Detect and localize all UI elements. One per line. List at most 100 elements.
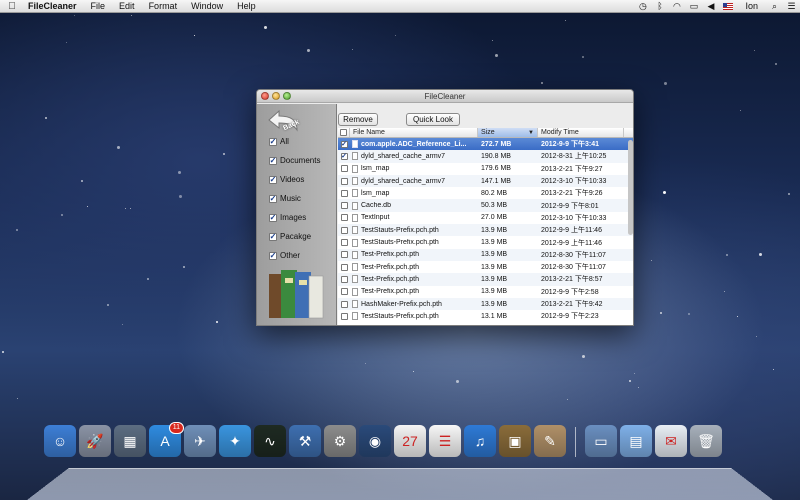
wifi-icon[interactable]: ◠ — [668, 1, 685, 12]
dock-xcode-icon[interactable]: ⚒ — [289, 425, 321, 457]
table-row[interactable]: Cache.db 50.3 MB 2012-9-9 下午8:01 — [338, 199, 633, 212]
menu-edit[interactable]: Edit — [112, 1, 142, 11]
table-row[interactable]: TextInput 27.0 MB 2012-3-10 下午10:33 — [338, 212, 633, 224]
table-row[interactable]: ✓ com.apple.ADC_Reference_Li... 272.7 MB 20… — [338, 138, 633, 151]
category-label: Images — [280, 213, 307, 222]
table-row[interactable]: dyld_shared_cache_armv7 147.1 MB 2012-3-10… — [338, 174, 633, 188]
category-music[interactable]: ✓ Music — [269, 194, 301, 203]
close-window-button[interactable] — [261, 92, 269, 100]
dock-calendar-icon[interactable]: 27 — [394, 425, 426, 457]
dock-glyph: ▭ — [594, 432, 608, 449]
dock-launchpad-icon[interactable]: 🚀 — [79, 425, 111, 457]
menu-window[interactable]: Window — [184, 1, 230, 11]
menu-file[interactable]: File — [84, 1, 113, 11]
category-checkbox[interactable]: ✓ — [269, 232, 277, 241]
table-row[interactable]: TestStauts-Prefix.pch.pth 13.1 MB 2012-9-9… — [338, 310, 633, 322]
star-dot — [194, 35, 195, 36]
dock-app-store-icon[interactable]: A 11 — [149, 422, 184, 457]
battery-icon[interactable]: ▭ — [685, 1, 702, 12]
row-checkbox[interactable] — [340, 312, 348, 320]
category-pacakge[interactable]: ✓ Pacakge — [269, 232, 311, 241]
file-icon — [352, 238, 358, 247]
app-menu[interactable]: FileCleaner — [24, 1, 84, 11]
table-row[interactable]: Test-Prefix.pch.pth 13.9 MB 2012-8-30 下午11… — [338, 261, 633, 273]
category-images[interactable]: ✓ Images — [269, 213, 306, 222]
time-machine-icon[interactable]: ◷ — [634, 1, 651, 12]
row-checkbox[interactable] — [340, 239, 348, 247]
dock-facetime-icon[interactable]: ◉ — [359, 425, 391, 457]
category-other[interactable]: ✓ Other — [269, 251, 300, 260]
row-checkbox[interactable] — [340, 288, 348, 296]
row-checkbox[interactable]: ✓ — [340, 152, 348, 160]
row-checkbox[interactable] — [340, 251, 348, 259]
dock-finder-icon[interactable]: ☺ — [44, 425, 76, 457]
notification-center-icon[interactable]: ☰ — [783, 1, 800, 12]
user-menu[interactable]: Ion — [737, 1, 766, 11]
table-row[interactable]: Test-Prefix.pch.pth 13.9 MB 2013-2-21 下午8:… — [338, 273, 633, 286]
table-row[interactable]: TestStauts-Prefix.pch.pth 13.9 MB 2012-9-9… — [338, 224, 633, 237]
zoom-window-button[interactable] — [283, 92, 291, 100]
quick-look-button[interactable]: Quick Look — [406, 113, 460, 126]
category-checkbox[interactable]: ✓ — [269, 156, 277, 165]
row-checkbox[interactable] — [340, 275, 348, 283]
table-row[interactable]: Test-Prefix.pch.pth 13.9 MB 2012-9-9 下午2:5… — [338, 286, 633, 298]
dock — [27, 467, 773, 500]
minimize-window-button[interactable] — [272, 92, 280, 100]
row-checkbox[interactable] — [340, 226, 348, 234]
table-row[interactable]: TestStauts-Prefix.pch.pth 13.9 MB 2012-9-9… — [338, 236, 633, 248]
row-checkbox[interactable] — [340, 177, 348, 185]
column-header-file-name[interactable]: File Name — [350, 128, 478, 137]
category-checkbox[interactable]: ✓ — [269, 251, 277, 260]
dock-photo-browser-icon[interactable]: ▦ — [114, 425, 146, 457]
column-header-size[interactable]: Size ▼ — [478, 128, 538, 137]
table-scrollbar[interactable] — [628, 140, 633, 235]
table-row[interactable]: lsm_map 80.2 MB 2013-2-21 下午9:26 — [338, 187, 633, 199]
row-checkbox[interactable] — [340, 263, 348, 271]
remove-button[interactable]: Remove — [338, 113, 378, 126]
row-checkbox[interactable] — [340, 189, 348, 197]
apple-menu-icon[interactable]:  — [0, 1, 24, 12]
volume-icon[interactable]: ◀ — [702, 1, 719, 12]
category-all[interactable]: ✓ All — [269, 137, 289, 146]
category-checkbox[interactable]: ✓ — [269, 194, 277, 203]
select-all-checkbox[interactable] — [340, 129, 347, 136]
dock-screen-capture-icon[interactable]: ▭ — [585, 425, 617, 457]
table-row[interactable]: Test-Prefix.pch.pth 13.9 MB 2012-8-30 下午11… — [338, 248, 633, 261]
table-row[interactable]: HashMaker-Prefix.pch.pth 13.9 MB 2013-2-21… — [338, 297, 633, 311]
back-button[interactable]: Back — [263, 108, 307, 134]
spotlight-icon[interactable]: ⌕ — [766, 1, 783, 12]
menu-help[interactable]: Help — [230, 1, 263, 11]
table-row[interactable]: ✓ dyld_shared_cache_armv7 190.8 MB 2012-8-3… — [338, 150, 633, 163]
dock-iphoto-icon[interactable]: ▣ — [499, 425, 531, 457]
dock-system-preferences-icon[interactable]: ⚙ — [324, 425, 356, 457]
category-checkbox[interactable]: ✓ — [269, 137, 277, 146]
dock-reminders-icon[interactable]: ☰ — [429, 425, 461, 457]
row-checkbox[interactable] — [340, 300, 348, 308]
column-header-modify-time[interactable]: Modify Time — [538, 128, 624, 137]
dock-mail-document-icon[interactable]: ✉ — [655, 425, 687, 457]
file-name: HashMaker-Prefix.pch.pth — [361, 300, 442, 308]
dock-activity-monitor-icon[interactable]: ∿ — [254, 425, 286, 457]
category-checkbox[interactable]: ✓ — [269, 213, 277, 222]
bluetooth-icon[interactable]: ᛒ — [651, 1, 668, 11]
dock-itunes-icon[interactable]: ♫ — [464, 425, 496, 457]
row-checkbox[interactable]: ✓ — [340, 140, 348, 148]
category-documents[interactable]: ✓ Documents — [269, 156, 320, 165]
dock-safari-icon[interactable]: ✦ — [219, 425, 251, 457]
dock-books-icon[interactable]: ✎ — [534, 425, 566, 457]
row-checkbox[interactable] — [340, 202, 348, 210]
star-dot — [223, 153, 225, 155]
window-titlebar[interactable]: FileCleaner — [257, 90, 633, 103]
dock-folder-icon[interactable]: ▤ — [620, 425, 652, 457]
row-checkbox[interactable] — [340, 214, 348, 222]
dock-trash-icon[interactable]: 🗑 — [690, 425, 722, 457]
file-size: 147.1 MB — [481, 177, 511, 185]
row-checkbox[interactable] — [340, 165, 348, 173]
category-videos[interactable]: ✓ Videos — [269, 175, 304, 184]
dock-preview-icon[interactable]: ✈ — [184, 425, 216, 457]
input-source-flag-icon[interactable] — [723, 2, 734, 10]
category-checkbox[interactable]: ✓ — [269, 175, 277, 184]
table-row[interactable]: lsm_map 179.6 MB 2013-2-21 下午9:27 — [338, 163, 633, 175]
column-header-size-label: Size — [481, 129, 495, 136]
menu-format[interactable]: Format — [142, 1, 185, 11]
